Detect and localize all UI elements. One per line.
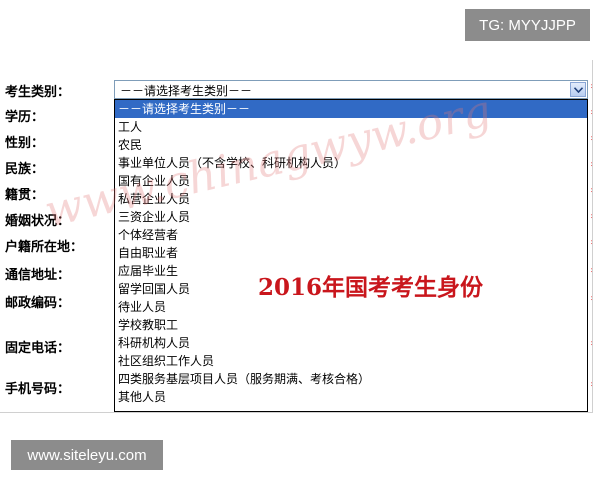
option-worker[interactable]: 工人 [115,118,587,136]
option-other[interactable]: 其他人员 [115,388,587,406]
chevron-down-icon[interactable] [570,82,586,97]
required-mark: * [591,266,592,281]
option-private-enterprise-staff[interactable]: 私营企业人员 [115,190,587,208]
required-mark: * [591,212,592,227]
label-household-registration: 户籍所在地： [5,240,84,255]
required-mark: * [591,134,592,149]
label-landline-phone: 固定电话： [5,341,71,356]
select-current-value: －－请选择考生类别－－ [120,84,253,98]
required-mark: * [591,160,592,175]
option-community-organization-staff[interactable]: 社区组织工作人员 [115,352,587,370]
required-mark: * [591,380,592,395]
candidate-category-select[interactable]: －－请选择考生类别－－ [114,80,588,99]
option-school-staff[interactable]: 学校教职工 [115,316,587,334]
required-mark: * [591,238,592,253]
required-mark: * [591,294,592,309]
required-mark: * [591,108,592,123]
label-native-place: 籍贯： [5,188,45,203]
required-mark: * [591,339,592,354]
image-caption: 2016年国考考生身份 [258,274,484,301]
site-badge: www.siteleyu.com [11,440,163,470]
telegram-badge: TG: MYYJJPP [465,9,590,41]
required-mark: * [591,82,592,97]
option-foreign-invested-enterprise-staff[interactable]: 三资企业人员 [115,208,587,226]
label-mailing-address: 通信地址： [5,268,71,283]
label-marital-status: 婚姻状况： [5,214,71,229]
option-farmer[interactable]: 农民 [115,136,587,154]
label-postal-code: 邮政编码： [5,296,71,311]
option-state-enterprise-staff[interactable]: 国有企业人员 [115,172,587,190]
candidate-category-options: －－请选择考生类别－－ 工人 农民 事业单位人员（不含学校、科研机构人员） 国有… [114,99,588,412]
option-please-select[interactable]: －－请选择考生类别－－ [115,100,587,118]
option-public-institution-staff[interactable]: 事业单位人员（不含学校、科研机构人员） [115,154,587,172]
label-candidate-category: 考生类别： [5,85,71,100]
label-ethnicity: 民族： [5,162,45,177]
label-gender: 性别： [5,136,45,151]
option-grassroots-service-project-staff[interactable]: 四类服务基层项目人员（服务期满、考核合格） [115,370,587,388]
label-education: 学历： [5,110,45,125]
required-mark: * [591,186,592,201]
option-research-institution-staff[interactable]: 科研机构人员 [115,334,587,352]
registration-form: 考生类别： 学历： 性别： 民族： 籍贯： 婚姻状况： 户籍所在地： 通信地址：… [0,60,593,413]
option-freelancer[interactable]: 自由职业者 [115,244,587,262]
label-mobile-phone: 手机号码： [5,382,71,397]
option-self-employed[interactable]: 个体经营者 [115,226,587,244]
